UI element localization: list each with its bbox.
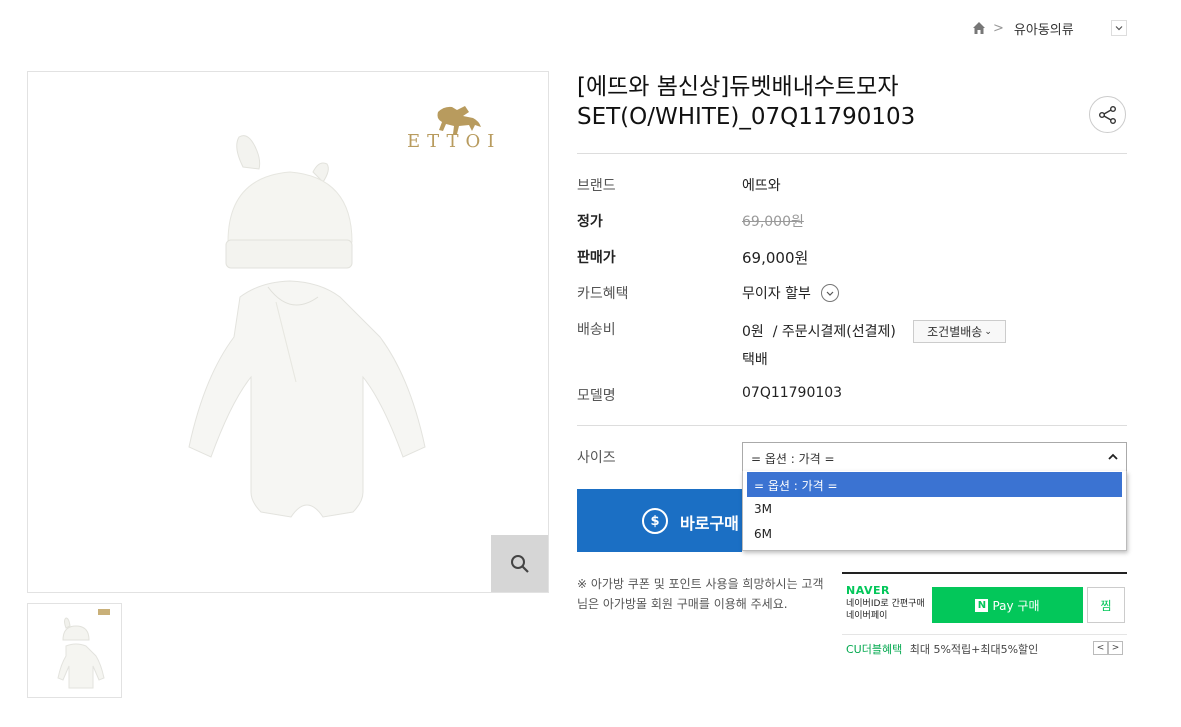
benefit-text: 최대 5%적립+최대5%할인 [909, 643, 1039, 656]
ettoi-logo-text: ETTOI [407, 131, 501, 152]
shipping-condition-label: 조건별배송 [927, 325, 983, 339]
search-icon [510, 554, 529, 573]
breadcrumb: > 유아동의류 [971, 18, 1127, 38]
card-benefit-row: 무이자 할부 [742, 283, 840, 303]
wishlist-button[interactable]: 찜 [1087, 587, 1125, 623]
breadcrumb-dropdown-button[interactable] [1111, 20, 1127, 36]
chevron-down-icon [1115, 26, 1123, 31]
naver-pay-box: NAVER 네이버ID로 간편구매 네이버페이 N Pay 구매 찜 CU더블혜… [842, 572, 1127, 658]
shipping-label: 배송비 [577, 322, 616, 338]
chevron-left-icon[interactable]: < [1093, 641, 1108, 655]
chevron-down-icon: ⌄ [984, 326, 992, 337]
chevron-right-icon: > [993, 20, 1004, 36]
chevron-down-icon [826, 291, 834, 296]
size-option[interactable]: 6M [747, 522, 1122, 547]
model-value: 07Q11790103 [742, 385, 843, 401]
naver-subtitle: 네이버ID로 간편구매 네이버페이 [846, 598, 934, 622]
breadcrumb-category[interactable]: 유아동의류 [1014, 19, 1074, 38]
dollar-icon: $ [642, 508, 668, 534]
product-photo: ETTOI [188, 106, 501, 518]
naver-subtitle-line1: 네이버ID로 간편구매 [846, 599, 925, 609]
product-main-image[interactable]: ETTOI [27, 71, 549, 593]
sale-price-label: 판매가 [577, 250, 616, 266]
size-dropdown-list: = 옵션 : 가격 = 3M 6M [742, 471, 1127, 551]
product-thumbnail[interactable] [27, 603, 122, 698]
card-benefit-value: 무이자 할부 [742, 286, 811, 302]
shipping-value: 0원 / 주문시결제(선결제) [742, 324, 896, 340]
naver-logo: NAVER [846, 584, 890, 597]
size-label: 사이즈 [577, 450, 616, 466]
card-benefit-expand-button[interactable] [821, 284, 840, 302]
size-option[interactable]: 3M [747, 497, 1122, 522]
member-notice: ※ 아가방 쿠폰 및 포인트 사용을 희망하시는 고객님은 아가방몰 회원 구매… [577, 577, 824, 611]
chevron-right-icon[interactable]: > [1108, 641, 1123, 655]
benefit-pager: < > [1093, 641, 1123, 655]
size-select[interactable]: = 옵션 : 가격 = [742, 442, 1127, 472]
home-icon[interactable] [971, 20, 987, 36]
naver-pay-button[interactable]: N Pay 구매 [932, 587, 1083, 623]
chevron-up-icon [1108, 453, 1118, 460]
model-label: 모델명 [577, 388, 616, 404]
benefit-label: CU더블혜택 [846, 643, 903, 656]
divider [577, 153, 1127, 154]
shipping-method: 택배 [742, 352, 768, 368]
share-icon [1098, 105, 1116, 124]
buy-now-button[interactable]: $ 바로구매 [577, 489, 742, 552]
list-price-label: 정가 [577, 214, 603, 230]
naver-subtitle-line2: 네이버페이 [846, 611, 888, 621]
product-title: [에뜨와 봄신상]듀벳배내수트모자SET(O/WHITE)_07Q1179010… [577, 74, 916, 130]
card-benefit-label: 카드혜택 [577, 286, 629, 302]
naver-n-icon: N [975, 598, 989, 612]
shipping-condition-button[interactable]: 조건별배송 ⌄ [913, 320, 1006, 343]
naver-benefit-row: CU더블혜택 최대 5%적립+최대5%할인 < > [842, 634, 1127, 663]
brand-label: 브랜드 [577, 178, 616, 194]
ettoi-logo [437, 106, 481, 134]
brand-value[interactable]: 에뜨와 [742, 175, 781, 195]
buy-now-label: 바로구매 [680, 514, 739, 533]
share-button[interactable] [1089, 96, 1126, 133]
size-option[interactable]: = 옵션 : 가격 = [747, 472, 1122, 497]
divider [577, 425, 1127, 426]
list-price-value: 69,000원 [742, 214, 804, 230]
size-select-value: = 옵션 : 가격 = [751, 452, 835, 466]
zoom-button[interactable] [491, 535, 548, 592]
sale-price-value: 69,000원 [742, 249, 809, 267]
naver-pay-label: Pay 구매 [992, 598, 1040, 613]
thumbnail-photo [57, 609, 110, 689]
